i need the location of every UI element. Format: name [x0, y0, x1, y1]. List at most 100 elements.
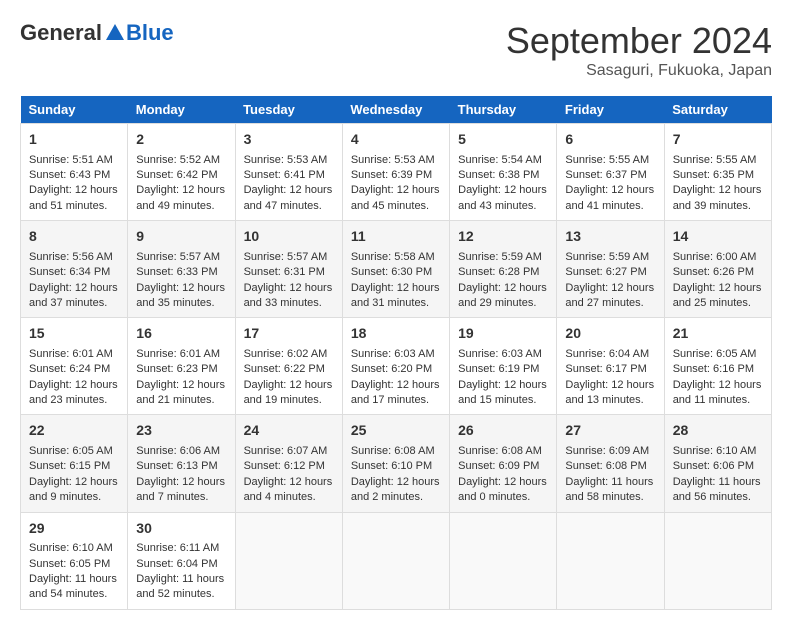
- day-info-line: Sunrise: 6:01 AM: [29, 347, 119, 362]
- day-info-line: Daylight: 12 hours: [351, 281, 441, 296]
- day-info-line: and 31 minutes.: [351, 296, 441, 311]
- day-info-line: Daylight: 12 hours: [136, 378, 226, 393]
- day-info-line: Sunrise: 6:08 AM: [458, 444, 548, 459]
- day-info-line: and 21 minutes.: [136, 393, 226, 408]
- day-number: 19: [458, 324, 548, 344]
- day-info-line: Daylight: 12 hours: [458, 183, 548, 198]
- day-info-line: Sunrise: 5:55 AM: [565, 153, 655, 168]
- day-info-line: and 41 minutes.: [565, 199, 655, 214]
- day-info-line: Daylight: 12 hours: [136, 183, 226, 198]
- day-info-line: Daylight: 12 hours: [136, 475, 226, 490]
- day-info-line: and 45 minutes.: [351, 199, 441, 214]
- day-info-line: Sunset: 6:37 PM: [565, 168, 655, 183]
- day-info-line: Sunrise: 6:08 AM: [351, 444, 441, 459]
- day-info-line: and 15 minutes.: [458, 393, 548, 408]
- day-info-line: Daylight: 12 hours: [29, 475, 119, 490]
- day-info-line: and 33 minutes.: [244, 296, 334, 311]
- day-number: 28: [673, 421, 763, 441]
- day-info-line: Daylight: 12 hours: [351, 475, 441, 490]
- day-info-line: Sunset: 6:22 PM: [244, 362, 334, 377]
- location-text: Sasaguri, Fukuoka, Japan: [506, 62, 772, 80]
- calendar-cell: 30Sunrise: 6:11 AMSunset: 6:04 PMDayligh…: [128, 512, 235, 609]
- day-info-line: Sunrise: 5:56 AM: [29, 250, 119, 265]
- day-number: 5: [458, 130, 548, 150]
- logo-icon: [104, 22, 126, 44]
- day-info-line: Sunrise: 6:05 AM: [673, 347, 763, 362]
- day-number: 1: [29, 130, 119, 150]
- calendar-cell: [342, 512, 449, 609]
- calendar-cell: 6Sunrise: 5:55 AMSunset: 6:37 PMDaylight…: [557, 124, 664, 221]
- day-info-line: Daylight: 12 hours: [565, 183, 655, 198]
- day-number: 25: [351, 421, 441, 441]
- day-info-line: Daylight: 11 hours: [29, 572, 119, 587]
- calendar-cell: 5 Sunrise: 5:54 AMSunset: 6:38 PMDaylight…: [450, 124, 557, 221]
- day-info-line: Sunrise: 5:59 AM: [565, 250, 655, 265]
- day-info-line: Sunrise: 5:55 AM: [673, 153, 763, 168]
- calendar-cell: 29Sunrise: 6:10 AMSunset: 6:05 PMDayligh…: [21, 512, 128, 609]
- week-row-0: 1Sunrise: 5:51 AMSunset: 6:43 PMDaylight…: [21, 124, 772, 221]
- day-info-line: Sunrise: 5:54 AM: [458, 153, 548, 168]
- day-info-line: Sunrise: 5:58 AM: [351, 250, 441, 265]
- day-info-line: Sunrise: 6:02 AM: [244, 347, 334, 362]
- day-info-line: Sunrise: 6:05 AM: [29, 444, 119, 459]
- day-info-line: Sunrise: 6:10 AM: [673, 444, 763, 459]
- day-number: 2: [136, 130, 226, 150]
- day-info-line: Sunset: 6:04 PM: [136, 557, 226, 572]
- day-info-line: Daylight: 11 hours: [673, 475, 763, 490]
- day-info-line: Sunrise: 6:04 AM: [565, 347, 655, 362]
- calendar-cell: 12Sunrise: 5:59 AMSunset: 6:28 PMDayligh…: [450, 221, 557, 318]
- day-info-line: Daylight: 12 hours: [29, 281, 119, 296]
- day-number: 27: [565, 421, 655, 441]
- day-info-line: Sunset: 6:06 PM: [673, 459, 763, 474]
- month-title: September 2024: [506, 20, 772, 62]
- day-info-line: Sunset: 6:28 PM: [458, 265, 548, 280]
- day-info-line: Sunrise: 6:09 AM: [565, 444, 655, 459]
- day-info-line: Sunset: 6:13 PM: [136, 459, 226, 474]
- day-info-line: Sunset: 6:35 PM: [673, 168, 763, 183]
- calendar-cell: 15Sunrise: 6:01 AMSunset: 6:24 PMDayligh…: [21, 318, 128, 415]
- day-info-line: Sunset: 6:27 PM: [565, 265, 655, 280]
- day-info-line: Sunset: 6:33 PM: [136, 265, 226, 280]
- day-info-line: Sunset: 6:38 PM: [458, 168, 548, 183]
- day-info-line: Sunset: 6:26 PM: [673, 265, 763, 280]
- day-info-line: Sunset: 6:05 PM: [29, 557, 119, 572]
- weekday-header-sunday: Sunday: [21, 96, 128, 124]
- day-info-line: Daylight: 12 hours: [673, 378, 763, 393]
- day-number: 17: [244, 324, 334, 344]
- day-info-line: Daylight: 12 hours: [136, 281, 226, 296]
- day-info-line: and 35 minutes.: [136, 296, 226, 311]
- day-info-line: Daylight: 12 hours: [458, 378, 548, 393]
- day-info-line: Daylight: 12 hours: [673, 281, 763, 296]
- day-info-line: Sunset: 6:24 PM: [29, 362, 119, 377]
- day-info-line: Sunset: 6:20 PM: [351, 362, 441, 377]
- calendar-cell: 11Sunrise: 5:58 AMSunset: 6:30 PMDayligh…: [342, 221, 449, 318]
- day-info-line: and 25 minutes.: [673, 296, 763, 311]
- day-info-line: and 9 minutes.: [29, 490, 119, 505]
- day-info-line: Sunrise: 6:00 AM: [673, 250, 763, 265]
- day-number: 8: [29, 227, 119, 247]
- weekday-header-friday: Friday: [557, 96, 664, 124]
- day-info-line: Daylight: 11 hours: [136, 572, 226, 587]
- day-info-line: and 13 minutes.: [565, 393, 655, 408]
- calendar-cell: 1Sunrise: 5:51 AMSunset: 6:43 PMDaylight…: [21, 124, 128, 221]
- day-info-line: Sunrise: 6:03 AM: [351, 347, 441, 362]
- day-info-line: Sunset: 6:19 PM: [458, 362, 548, 377]
- day-info-line: and 11 minutes.: [673, 393, 763, 408]
- day-info-line: Sunrise: 6:07 AM: [244, 444, 334, 459]
- day-number: 30: [136, 519, 226, 539]
- day-info-line: Daylight: 12 hours: [458, 281, 548, 296]
- day-number: 3: [244, 130, 334, 150]
- day-info-line: Sunset: 6:09 PM: [458, 459, 548, 474]
- day-info-line: Sunrise: 6:01 AM: [136, 347, 226, 362]
- day-info-line: Sunrise: 5:51 AM: [29, 153, 119, 168]
- calendar-cell: 14Sunrise: 6:00 AMSunset: 6:26 PMDayligh…: [664, 221, 771, 318]
- calendar-cell: 9Sunrise: 5:57 AMSunset: 6:33 PMDaylight…: [128, 221, 235, 318]
- day-info-line: Daylight: 12 hours: [244, 281, 334, 296]
- day-info-line: Sunset: 6:41 PM: [244, 168, 334, 183]
- calendar-cell: 19Sunrise: 6:03 AMSunset: 6:19 PMDayligh…: [450, 318, 557, 415]
- day-number: 20: [565, 324, 655, 344]
- day-info-line: Daylight: 12 hours: [458, 475, 548, 490]
- calendar-cell: 4Sunrise: 5:53 AMSunset: 6:39 PMDaylight…: [342, 124, 449, 221]
- day-info-line: Sunset: 6:34 PM: [29, 265, 119, 280]
- day-info-line: Sunset: 6:10 PM: [351, 459, 441, 474]
